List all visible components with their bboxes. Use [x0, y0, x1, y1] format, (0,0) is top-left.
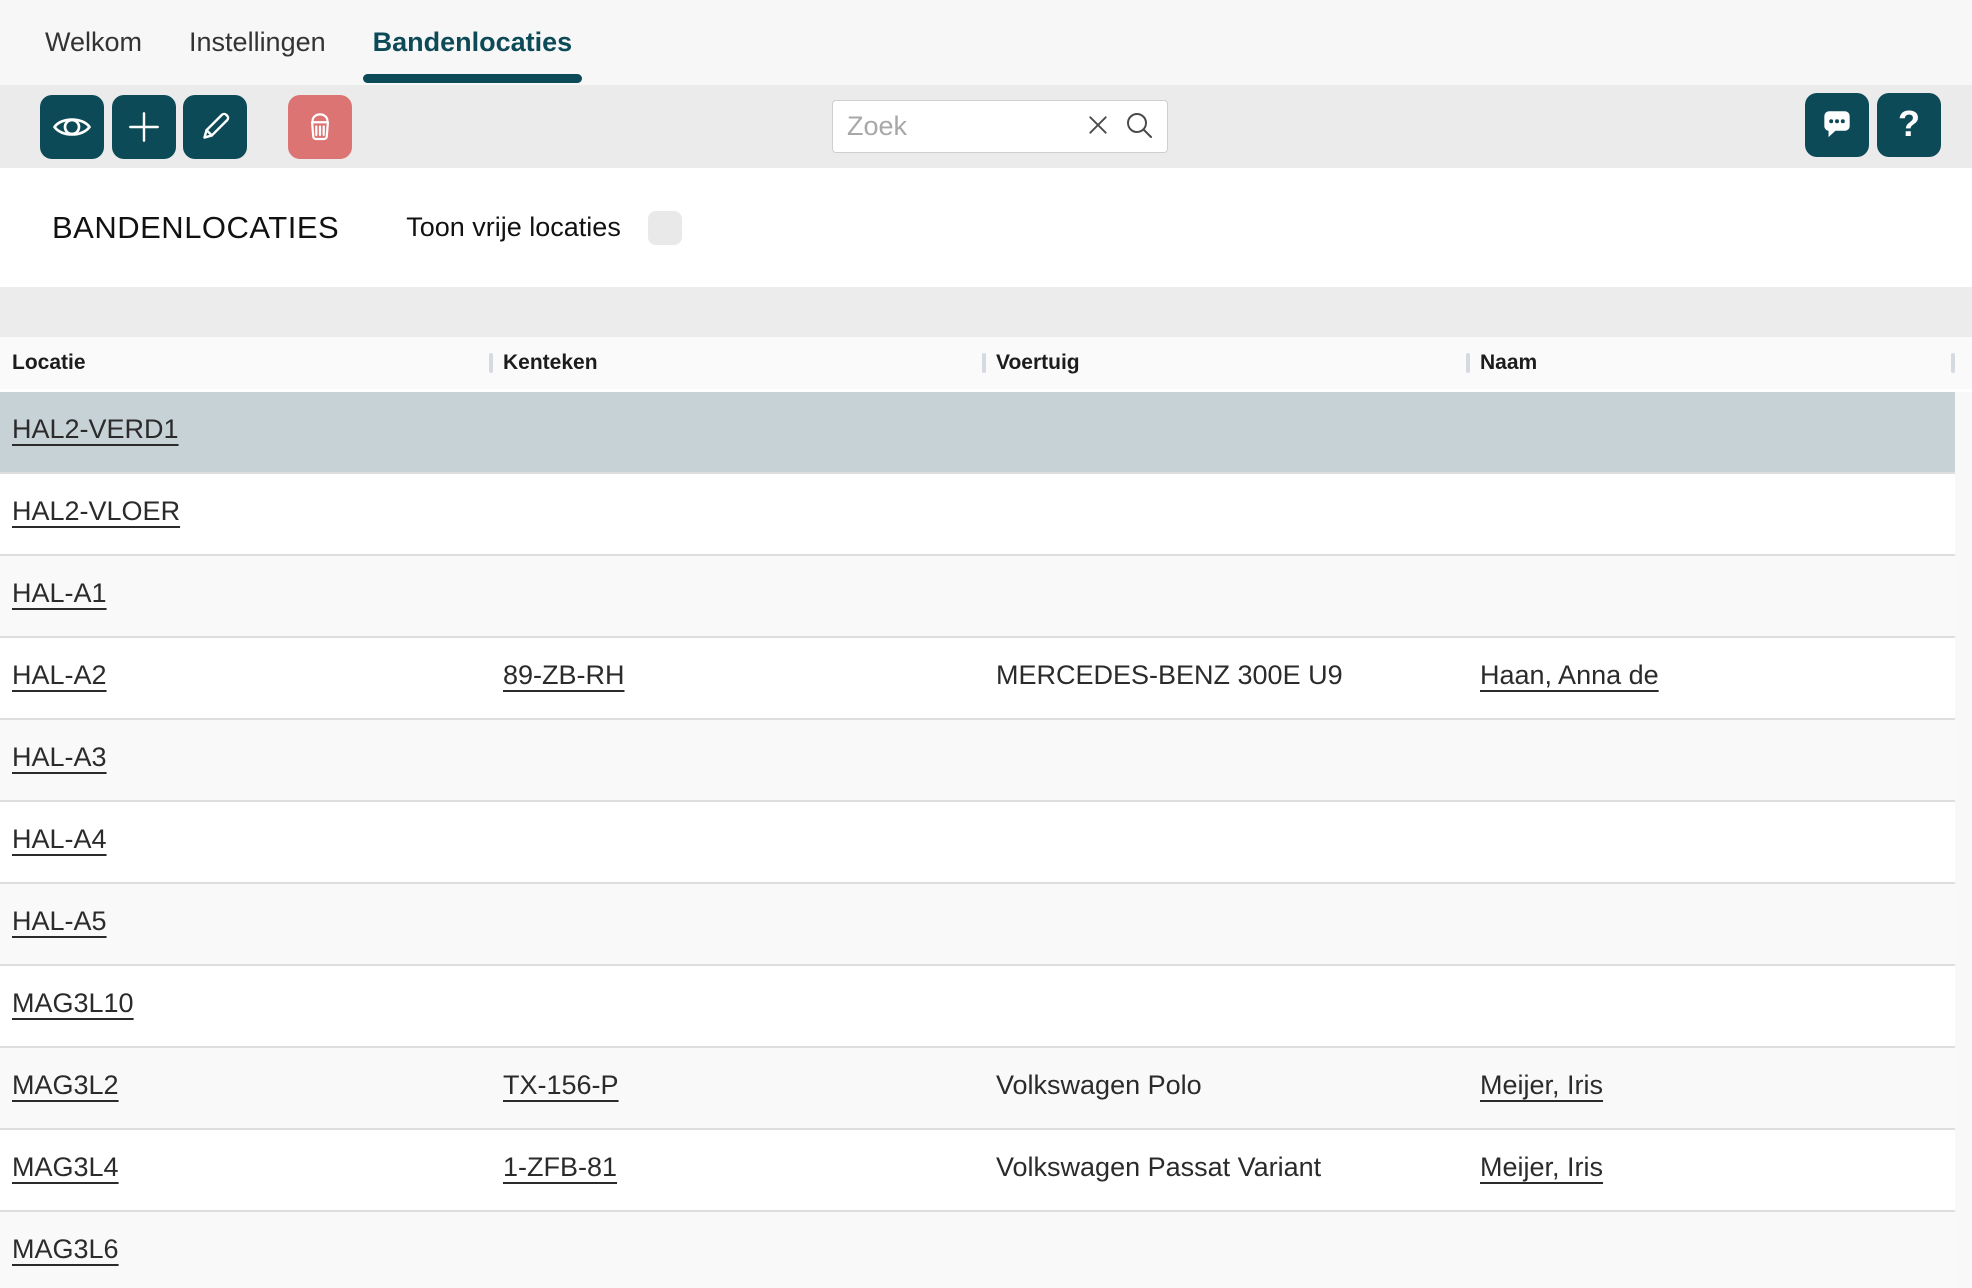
table-row[interactable]: HAL-A1: [0, 556, 1955, 638]
cell-locatie: HAL2-VLOER: [0, 496, 491, 527]
locatie-link[interactable]: HAL2-VLOER: [12, 496, 180, 526]
naam-link[interactable]: Meijer, Iris: [1480, 1152, 1603, 1182]
table-row[interactable]: HAL-A2 89-ZB-RH MERCEDES-BENZ 300E U9 Haan,…: [0, 638, 1955, 720]
locatie-link[interactable]: HAL-A4: [12, 824, 107, 854]
cell-locatie: HAL-A5: [0, 906, 491, 937]
table-row[interactable]: HAL2-VLOER: [0, 474, 1955, 556]
table-row[interactable]: HAL-A5: [0, 884, 1955, 966]
search-icon: [1123, 109, 1155, 144]
plus-icon: [125, 108, 163, 146]
table-row[interactable]: HAL-A4: [0, 802, 1955, 884]
cell-kenteken: 1-ZFB-81: [491, 1152, 984, 1183]
cell-kenteken: TX-156-P: [491, 1070, 984, 1101]
help-button[interactable]: ?: [1877, 93, 1941, 157]
column-header-locatie: Locatie: [0, 351, 491, 375]
search-box: [832, 100, 1168, 153]
cell-locatie: HAL-A2: [0, 660, 491, 691]
clear-search-button[interactable]: [1087, 114, 1109, 139]
cell-voertuig: MERCEDES-BENZ 300E U9: [984, 660, 1468, 691]
voertuig-text: MERCEDES-BENZ 300E U9: [996, 660, 1343, 690]
table-row[interactable]: HAL-A3: [0, 720, 1955, 802]
locatie-link[interactable]: MAG3L6: [12, 1234, 119, 1264]
view-button[interactable]: [40, 95, 104, 159]
locatie-link[interactable]: HAL-A5: [12, 906, 107, 936]
table-row[interactable]: HAL2-VERD1: [0, 392, 1955, 474]
column-divider: [489, 353, 493, 373]
locatie-link[interactable]: MAG3L2: [12, 1070, 119, 1100]
tab-bar: Welkom Instellingen Bandenlocaties: [0, 0, 1972, 85]
table-body: HAL2-VERD1 HAL2-VLOER HAL-A1 HAL-A2 89-ZB-RH…: [0, 392, 1955, 1288]
column-divider: [982, 353, 986, 373]
cell-locatie: HAL2-VERD1: [0, 414, 491, 445]
kenteken-link[interactable]: TX-156-P: [503, 1070, 619, 1100]
column-header-voertuig: Voertuig: [984, 351, 1468, 375]
table-row[interactable]: MAG3L10: [0, 966, 1955, 1048]
cell-voertuig: Volkswagen Passat Variant: [984, 1152, 1468, 1183]
locatie-link[interactable]: HAL-A3: [12, 742, 107, 772]
naam-link[interactable]: Haan, Anna de: [1480, 660, 1659, 690]
locatie-link[interactable]: HAL-A1: [12, 578, 107, 608]
locatie-link[interactable]: HAL2-VERD1: [12, 414, 179, 444]
delete-button[interactable]: [288, 95, 352, 159]
cell-naam: Meijer, Iris: [1468, 1070, 1955, 1101]
tab-bandenlocaties[interactable]: Bandenlocaties: [373, 0, 573, 85]
chat-button[interactable]: [1805, 93, 1869, 157]
trash-icon: [301, 108, 339, 146]
column-divider: [1466, 353, 1470, 373]
table-header: LocatieKentekenVoertuigNaam: [0, 337, 1972, 389]
locatie-link[interactable]: HAL-A2: [12, 660, 107, 690]
cell-locatie: HAL-A3: [0, 742, 491, 773]
pencil-icon: [196, 108, 234, 146]
cell-locatie: MAG3L10: [0, 988, 491, 1019]
cell-kenteken: 89-ZB-RH: [491, 660, 984, 691]
cell-locatie: MAG3L2: [0, 1070, 491, 1101]
close-icon: [1087, 114, 1109, 139]
kenteken-link[interactable]: 89-ZB-RH: [503, 660, 625, 690]
cell-naam: Haan, Anna de: [1468, 660, 1955, 691]
page-title: BANDENLOCATIES: [52, 210, 339, 246]
table-body-area: HAL2-VERD1 HAL2-VLOER HAL-A1 HAL-A2 89-ZB-RH…: [0, 389, 1972, 1288]
kenteken-link[interactable]: 1-ZFB-81: [503, 1152, 617, 1182]
voertuig-text: Volkswagen Passat Variant: [996, 1152, 1321, 1182]
free-locations-toggle-label: Toon vrije locaties: [406, 212, 621, 243]
table-top-band: [0, 287, 1972, 337]
cell-voertuig: Volkswagen Polo: [984, 1070, 1468, 1101]
tab-welkom[interactable]: Welkom: [45, 0, 142, 85]
voertuig-text: Volkswagen Polo: [996, 1070, 1202, 1100]
cell-locatie: HAL-A1: [0, 578, 491, 609]
toolbar: ?: [0, 85, 1972, 168]
cell-locatie: HAL-A4: [0, 824, 491, 855]
add-button[interactable]: [112, 95, 176, 159]
cell-naam: Meijer, Iris: [1468, 1152, 1955, 1183]
question-mark-icon: ?: [1898, 106, 1920, 145]
cell-locatie: MAG3L6: [0, 1234, 491, 1265]
naam-link[interactable]: Meijer, Iris: [1480, 1070, 1603, 1100]
table-row[interactable]: MAG3L6: [0, 1212, 1955, 1288]
page-header: BANDENLOCATIES Toon vrije locaties: [0, 168, 1972, 287]
cell-locatie: MAG3L4: [0, 1152, 491, 1183]
speech-bubble-icon: [1818, 106, 1856, 144]
column-divider: [1951, 353, 1955, 373]
table-row[interactable]: MAG3L4 1-ZFB-81 Volkswagen Passat Variant M…: [0, 1130, 1955, 1212]
search-submit-button[interactable]: [1123, 109, 1155, 144]
table-row[interactable]: MAG3L2 TX-156-P Volkswagen Polo Meijer, Iri…: [0, 1048, 1955, 1130]
eye-icon: [51, 106, 93, 148]
column-header-naam: Naam: [1468, 351, 1955, 375]
locatie-link[interactable]: MAG3L4: [12, 1152, 119, 1182]
column-header-kenteken: Kenteken: [491, 351, 984, 375]
locatie-link[interactable]: MAG3L10: [12, 988, 134, 1018]
free-locations-checkbox[interactable]: [648, 211, 682, 245]
search-input[interactable]: [847, 111, 1073, 142]
edit-button[interactable]: [183, 95, 247, 159]
tab-instellingen[interactable]: Instellingen: [189, 0, 326, 85]
